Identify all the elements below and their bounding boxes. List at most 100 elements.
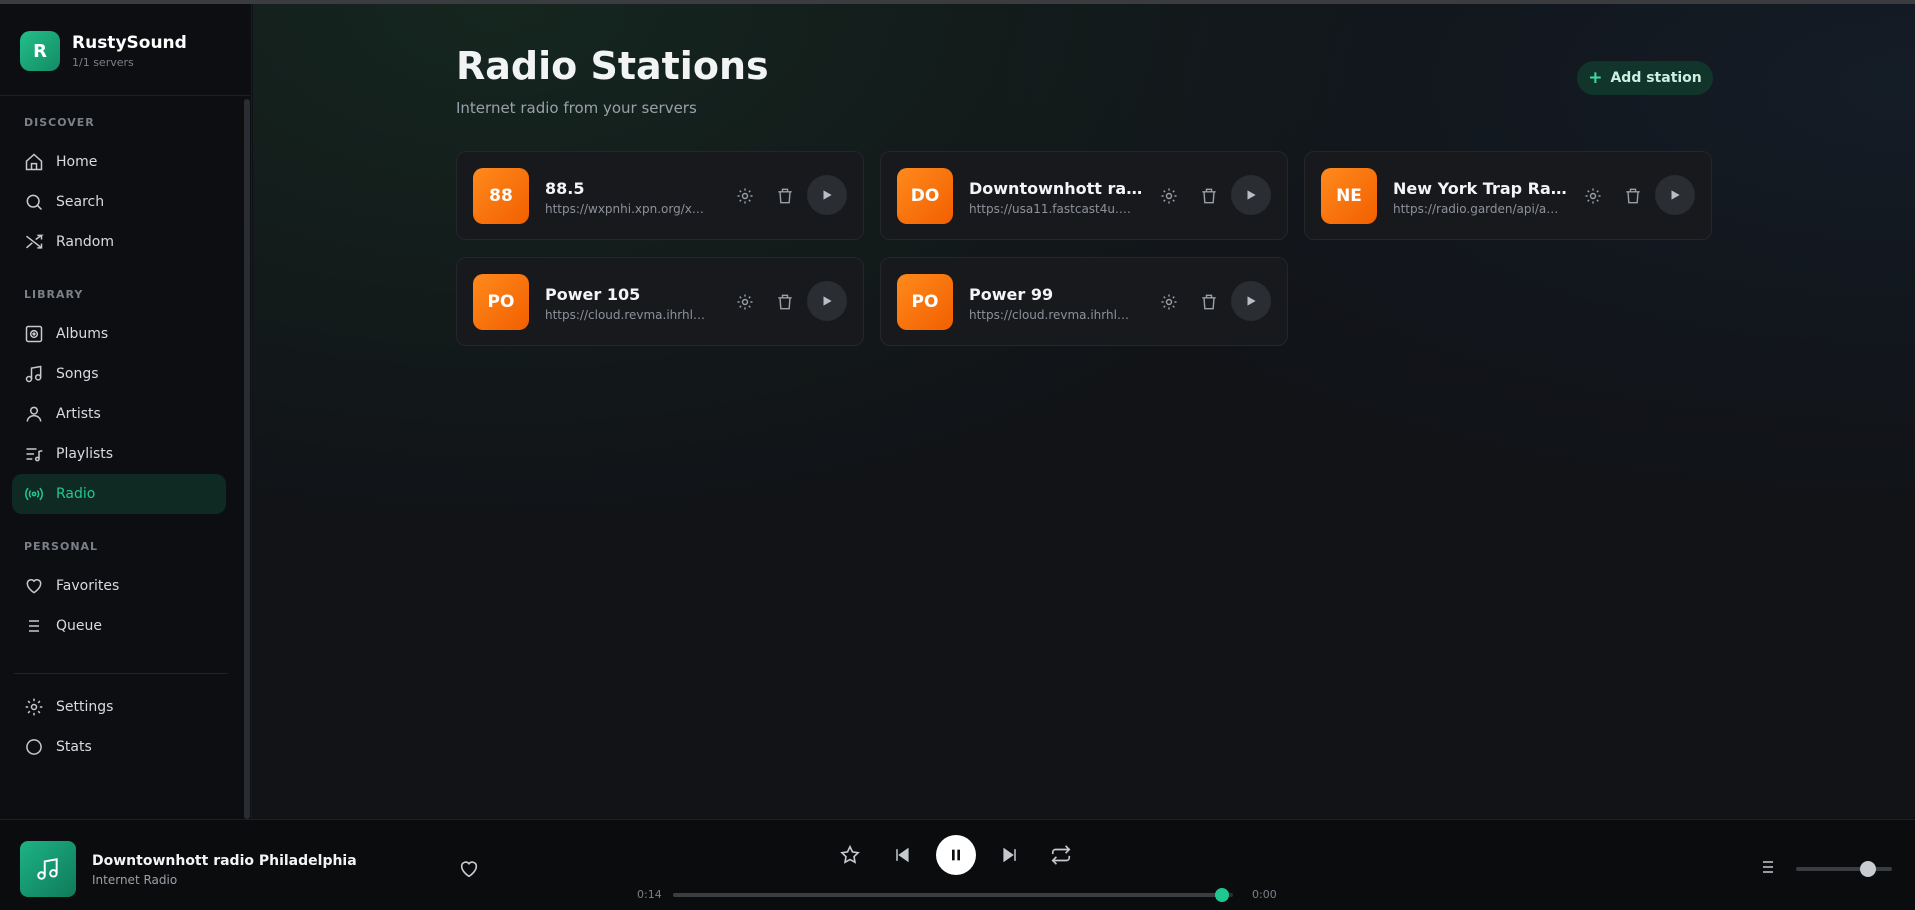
- elapsed-time: 0:14: [637, 888, 662, 901]
- heart-icon: [460, 861, 478, 878]
- station-play-button[interactable]: [807, 175, 847, 215]
- sidebar: R RustySound 1/1 servers DISCOVER Home S…: [0, 4, 252, 819]
- station-card[interactable]: 88 88.5 https://wxpnhi.xpn.org/xpnhi: [456, 151, 864, 240]
- sidebar-item-label: Random: [56, 234, 114, 250]
- station-name: 88.5: [545, 179, 585, 198]
- sidebar-item-label: Favorites: [56, 578, 120, 594]
- station-card[interactable]: PO Power 105 https://cloud.revma.ihrhls.…: [456, 257, 864, 346]
- total-time: 0:00: [1252, 888, 1277, 901]
- station-name: New York Trap Radio: [1393, 179, 1573, 198]
- now-playing-artwork[interactable]: [20, 841, 76, 897]
- favorite-button[interactable]: [458, 858, 480, 880]
- sidebar-item-label: Songs: [56, 366, 99, 382]
- station-play-button[interactable]: [1655, 175, 1695, 215]
- sidebar-item-label: Queue: [56, 618, 102, 634]
- sidebar-item-songs[interactable]: Songs: [12, 354, 226, 394]
- sidebar-item-label: Home: [56, 154, 98, 170]
- station-play-button[interactable]: [807, 281, 847, 321]
- station-settings-button[interactable]: [1159, 292, 1179, 312]
- sidebar-item-artists[interactable]: Artists: [12, 394, 226, 434]
- divider: [0, 95, 250, 96]
- app-name: RustySound: [72, 33, 187, 53]
- station-delete-button[interactable]: [775, 292, 795, 312]
- sidebar-item-radio[interactable]: Radio: [12, 474, 226, 514]
- station-thumbnail: PO: [897, 274, 953, 330]
- star-icon: [840, 844, 860, 864]
- sidebar-item-label: Search: [56, 194, 105, 210]
- album-icon: [25, 325, 43, 343]
- add-station-button[interactable]: + Add station: [1577, 61, 1713, 95]
- gear-icon: [25, 698, 43, 716]
- sidebar-scrollbar[interactable]: [244, 99, 250, 819]
- player-bar: Downtownhott radio Philadelphia Internet…: [0, 819, 1915, 910]
- station-settings-button[interactable]: [735, 186, 755, 206]
- rate-button[interactable]: [838, 843, 862, 867]
- sidebar-item-random[interactable]: Random: [12, 222, 226, 262]
- station-url: https://cloud.revma.ihrhls.com/zc1465: [545, 308, 711, 322]
- section-label-personal: PERSONAL: [24, 540, 99, 553]
- station-delete-button[interactable]: [1199, 292, 1219, 312]
- page-title: Radio Stations: [456, 44, 769, 88]
- station-name: Power 105: [545, 285, 641, 304]
- divider: [14, 673, 228, 674]
- station-thumbnail: PO: [473, 274, 529, 330]
- station-play-button[interactable]: [1231, 281, 1271, 321]
- sidebar-item-label: Stats: [56, 739, 92, 755]
- station-name: Power 99: [969, 285, 1054, 304]
- progress-bar[interactable]: [673, 888, 1233, 902]
- sidebar-item-settings[interactable]: Settings: [12, 687, 226, 727]
- play-icon: [1247, 296, 1256, 306]
- sidebar-item-search[interactable]: Search: [12, 182, 226, 222]
- app-logo: R: [20, 31, 60, 71]
- previous-button[interactable]: [891, 844, 913, 866]
- station-thumbnail: NE: [1321, 168, 1377, 224]
- play-icon: [1247, 190, 1256, 200]
- station-delete-button[interactable]: [1623, 186, 1643, 206]
- sidebar-item-playlists[interactable]: Playlists: [12, 434, 226, 474]
- queue-button[interactable]: [1758, 857, 1778, 877]
- station-settings-button[interactable]: [1583, 186, 1603, 206]
- station-settings-button[interactable]: [1159, 186, 1179, 206]
- play-icon: [1671, 190, 1680, 200]
- volume-handle[interactable]: [1860, 861, 1876, 877]
- play-icon: [823, 190, 832, 200]
- skip-back-icon: [896, 847, 909, 863]
- repeat-button[interactable]: [1049, 843, 1073, 867]
- sidebar-item-albums[interactable]: Albums: [12, 314, 226, 354]
- progress-handle[interactable]: [1214, 888, 1229, 902]
- brand[interactable]: R RustySound 1/1 servers: [20, 31, 187, 71]
- add-station-label: Add station: [1610, 70, 1702, 86]
- volume-slider[interactable]: [1796, 861, 1892, 877]
- station-card[interactable]: PO Power 99 https://cloud.revma.ihrhls.c…: [880, 257, 1288, 346]
- music-note-icon: [25, 365, 42, 383]
- station-settings-button[interactable]: [735, 292, 755, 312]
- sidebar-item-favorites[interactable]: Favorites: [12, 566, 226, 606]
- main-content: Radio Stations Internet radio from your …: [253, 4, 1915, 819]
- station-play-button[interactable]: [1231, 175, 1271, 215]
- sidebar-item-stats[interactable]: Stats: [12, 727, 226, 767]
- pause-button[interactable]: [936, 835, 976, 875]
- station-name: Downtownhott radio Philadelphia: [969, 179, 1149, 198]
- station-thumbnail: DO: [897, 168, 953, 224]
- user-icon: [26, 406, 42, 422]
- sidebar-item-label: Radio: [56, 486, 96, 502]
- next-button[interactable]: [999, 844, 1021, 866]
- station-delete-button[interactable]: [775, 186, 795, 206]
- station-card[interactable]: DO Downtownhott radio Philadelphia https…: [880, 151, 1288, 240]
- station-card[interactable]: NE New York Trap Radio https://radio.gar…: [1304, 151, 1712, 240]
- station-thumbnail: 88: [473, 168, 529, 224]
- gear-icon: [737, 294, 753, 310]
- list-icon: [1763, 861, 1773, 873]
- now-playing-title[interactable]: Downtownhott radio Philadelphia: [92, 853, 357, 869]
- sidebar-item-label: Artists: [56, 406, 101, 422]
- section-label-library: LIBRARY: [24, 288, 84, 301]
- sidebar-item-home[interactable]: Home: [12, 142, 226, 182]
- trash-icon: [778, 294, 792, 310]
- trash-icon: [1626, 188, 1640, 204]
- station-delete-button[interactable]: [1199, 186, 1219, 206]
- gear-icon: [1161, 294, 1177, 310]
- page-subtitle: Internet radio from your servers: [456, 99, 697, 117]
- gear-icon: [1585, 188, 1601, 204]
- sidebar-item-queue[interactable]: Queue: [12, 606, 226, 646]
- home-icon: [25, 153, 43, 171]
